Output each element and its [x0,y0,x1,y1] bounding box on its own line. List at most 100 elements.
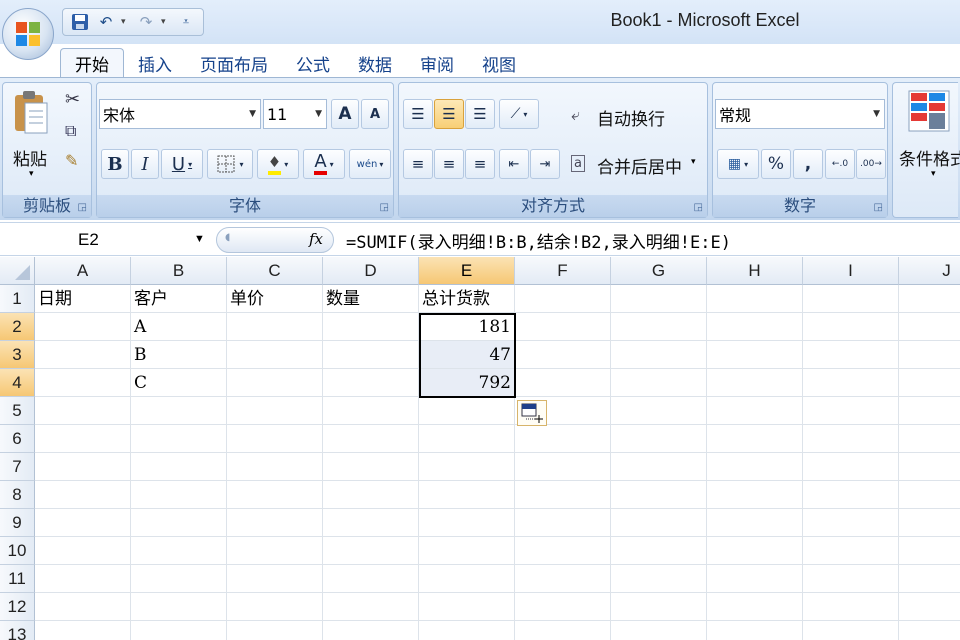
cell-i11[interactable] [803,565,899,593]
cell-h13[interactable] [707,621,803,640]
cell-d13[interactable] [323,621,419,640]
cell-d8[interactable] [323,481,419,509]
cell-g13[interactable] [611,621,707,640]
row-header-3[interactable]: 3 [0,341,35,369]
cell-i9[interactable] [803,509,899,537]
cell-c10[interactable] [227,537,323,565]
cell-j11[interactable] [899,565,960,593]
cell-a6[interactable] [35,425,131,453]
cell-h4[interactable] [707,369,803,397]
column-header-f[interactable]: F [515,257,611,285]
cell-f2[interactable] [515,313,611,341]
cell-f10[interactable] [515,537,611,565]
wrap-text-button[interactable]: 自动换行 [597,105,665,130]
cell-c4[interactable] [227,369,323,397]
cell-h7[interactable] [707,453,803,481]
cell-f12[interactable] [515,593,611,621]
align-top-button[interactable]: ☰ [403,99,433,129]
paste-button[interactable]: 粘贴 ▾ [7,87,55,179]
save-icon[interactable] [69,11,91,33]
insert-function-button[interactable]: fx [309,230,323,248]
cell-e5[interactable] [419,397,515,425]
cell-f11[interactable] [515,565,611,593]
cell-c6[interactable] [227,425,323,453]
clipboard-launcher-icon[interactable]: ◲ [78,202,87,213]
cell-e9[interactable] [419,509,515,537]
tab-home[interactable]: 开始 [60,48,124,78]
font-size-combo[interactable]: 11 ▼ [263,99,327,129]
row-header-1[interactable]: 1 [0,285,35,313]
cell-e10[interactable] [419,537,515,565]
cell-e3[interactable]: 47 [419,341,515,369]
row-header-4[interactable]: 4 [0,369,35,397]
cell-b7[interactable] [131,453,227,481]
cell-f7[interactable] [515,453,611,481]
borders-button[interactable]: ▾ [207,149,253,179]
increase-decimal-button[interactable]: ←.0 [825,149,855,179]
cell-h6[interactable] [707,425,803,453]
cell-f3[interactable] [515,341,611,369]
cell-f1[interactable] [515,285,611,313]
column-header-g[interactable]: G [611,257,707,285]
redo-icon[interactable]: ↷ [135,11,157,33]
cell-j7[interactable] [899,453,960,481]
formula-input[interactable]: =SUMIF(录入明细!B:B,结余!B2,录入明细!E:E) [346,228,731,253]
cell-h8[interactable] [707,481,803,509]
cell-e11[interactable] [419,565,515,593]
cell-i3[interactable] [803,341,899,369]
cell-i2[interactable] [803,313,899,341]
cell-g10[interactable] [611,537,707,565]
cell-a13[interactable] [35,621,131,640]
cell-g6[interactable] [611,425,707,453]
column-header-d[interactable]: D [323,257,419,285]
cell-g8[interactable] [611,481,707,509]
cell-h1[interactable] [707,285,803,313]
accounting-format-button[interactable]: ▦ ▾ [717,149,759,179]
comma-style-button[interactable]: , [793,149,823,179]
cell-j5[interactable] [899,397,960,425]
cell-a9[interactable] [35,509,131,537]
decrease-indent-button[interactable]: ⇤ [499,149,529,179]
cell-c2[interactable] [227,313,323,341]
copy-icon[interactable]: ⧉ [65,121,76,141]
name-box[interactable]: E2 ▼ [0,226,210,254]
cell-f6[interactable] [515,425,611,453]
name-box-dropdown-icon[interactable]: ▼ [194,233,205,245]
italic-button[interactable]: I [131,149,159,179]
cell-j13[interactable] [899,621,960,640]
row-header-11[interactable]: 11 [0,565,35,593]
cell-h12[interactable] [707,593,803,621]
column-header-h[interactable]: H [707,257,803,285]
cell-b3[interactable]: B [131,341,227,369]
align-right-button[interactable]: ≡ [465,149,495,179]
cell-b6[interactable] [131,425,227,453]
paste-dropdown-icon[interactable]: ▾ [29,169,34,179]
cell-c1[interactable]: 单价 [227,285,323,313]
row-header-8[interactable]: 8 [0,481,35,509]
cell-a4[interactable] [35,369,131,397]
merge-center-dropdown-icon[interactable]: ▾ [691,157,696,167]
cell-c5[interactable] [227,397,323,425]
resize-handle-icon[interactable]: ◖ [225,232,230,243]
cell-c13[interactable] [227,621,323,640]
decrease-decimal-button[interactable]: .00→ [856,149,886,179]
align-bottom-button[interactable]: ☰ [465,99,495,129]
cell-c3[interactable] [227,341,323,369]
cell-g3[interactable] [611,341,707,369]
cell-d2[interactable] [323,313,419,341]
cell-a2[interactable] [35,313,131,341]
row-header-9[interactable]: 9 [0,509,35,537]
cell-h2[interactable] [707,313,803,341]
font-launcher-icon[interactable]: ◲ [380,202,389,213]
cell-i4[interactable] [803,369,899,397]
tab-view[interactable]: 视图 [468,48,530,78]
cell-i10[interactable] [803,537,899,565]
row-header-10[interactable]: 10 [0,537,35,565]
redo-dropdown-icon[interactable]: ▾ [161,17,171,27]
cell-j2[interactable] [899,313,960,341]
cell-i7[interactable] [803,453,899,481]
cell-g2[interactable] [611,313,707,341]
column-header-b[interactable]: B [131,257,227,285]
cell-h3[interactable] [707,341,803,369]
cell-i1[interactable] [803,285,899,313]
